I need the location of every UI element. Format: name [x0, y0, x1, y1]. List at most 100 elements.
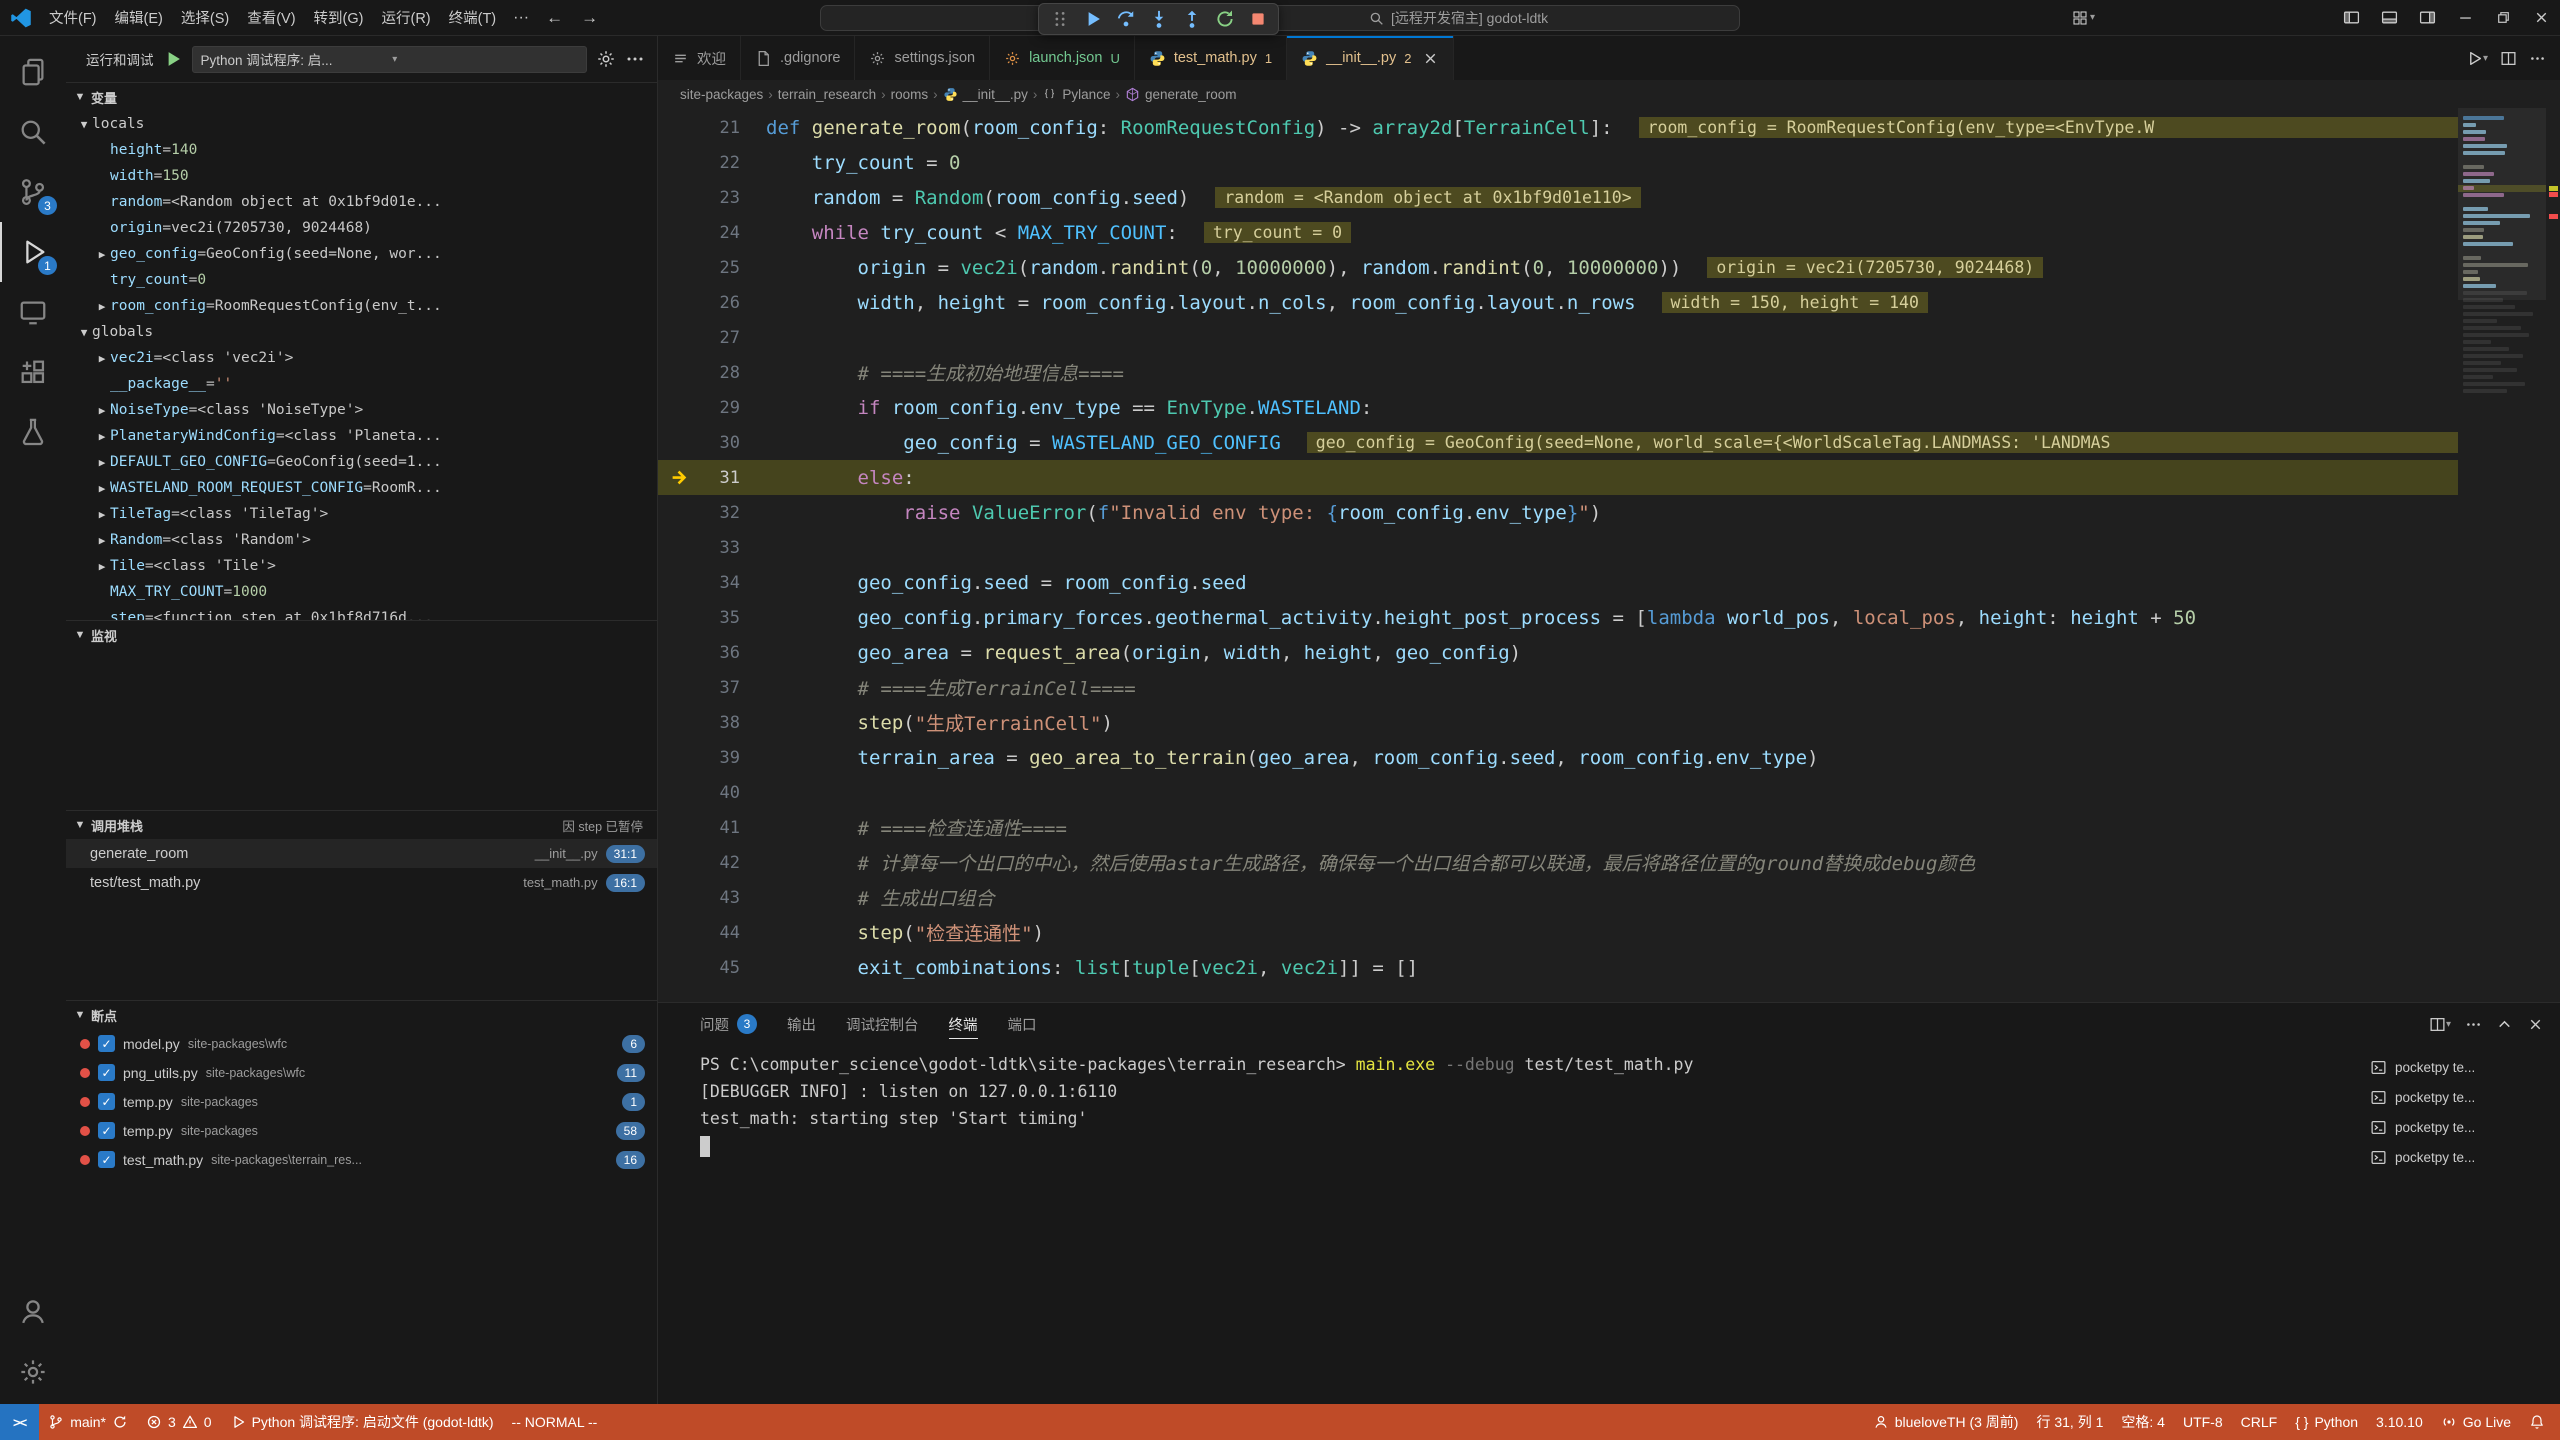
menu-view[interactable]: 查看(V): [238, 7, 304, 31]
breadcrumb-item-Pylance[interactable]: Pylance: [1042, 87, 1110, 102]
line-number[interactable]: 25: [658, 250, 766, 285]
status-branch[interactable]: main*: [39, 1404, 137, 1440]
menu-go[interactable]: 转到(G): [305, 7, 373, 31]
activity-explorer[interactable]: [0, 42, 66, 102]
more-actions-icon[interactable]: [2529, 50, 2546, 67]
menu-selection[interactable]: 选择(S): [172, 7, 238, 31]
variable-row[interactable]: ▶PlanetaryWindConfig = <class 'Planeta..…: [66, 423, 657, 449]
variable-row[interactable]: ▶TileTag = <class 'TileTag'>: [66, 501, 657, 527]
nav-back-button[interactable]: ←: [537, 6, 572, 30]
code-line-42[interactable]: 42 # 计算每一个出口的中心，然后使用astar生成路径，确保每一个出口组合都…: [658, 845, 2458, 880]
breadcrumb-item-rooms[interactable]: rooms: [891, 87, 929, 102]
code-editor[interactable]: 21def generate_room(room_config: RoomReq…: [658, 108, 2560, 1002]
toggle-sidebar-button[interactable]: [2332, 0, 2370, 35]
line-number[interactable]: 26: [658, 285, 766, 320]
terminal-list-item[interactable]: pocketpy te...: [2360, 1113, 2552, 1142]
line-number[interactable]: 45: [658, 950, 766, 985]
breakpoint-checkbox[interactable]: ✓: [98, 1093, 115, 1110]
code-line-41[interactable]: 41 # ====检查连通性====: [658, 810, 2458, 845]
maximize-panel-icon[interactable]: [2496, 1016, 2513, 1033]
code-line-26[interactable]: 26 width, height = room_config.layout.n_…: [658, 285, 2458, 320]
start-debugging-button[interactable]: [163, 49, 183, 69]
line-number[interactable]: 43: [658, 880, 766, 915]
tab-settings.json[interactable]: settings.json: [855, 36, 990, 80]
panel-tab-调试控制台[interactable]: 调试控制台: [846, 1003, 919, 1045]
panel-tab-输出[interactable]: 输出: [787, 1003, 816, 1045]
variable-row[interactable]: try_count = 0: [66, 267, 657, 293]
code-line-30[interactable]: 30 geo_config = WASTELAND_GEO_CONFIGgeo_…: [658, 425, 2458, 460]
tab-欢迎[interactable]: 欢迎: [658, 36, 741, 80]
step-out-button[interactable]: [1175, 5, 1208, 33]
code-line-39[interactable]: 39 terrain_area = geo_area_to_terrain(ge…: [658, 740, 2458, 775]
variable-row[interactable]: ▶vec2i = <class 'vec2i'>: [66, 345, 657, 371]
watch-section-header[interactable]: ▼ 监视: [66, 621, 657, 649]
line-number[interactable]: 21: [658, 110, 766, 145]
terminal-output[interactable]: PS C:\computer_science\godot-ldtk\site-p…: [658, 1045, 2360, 1404]
run-python-file-button[interactable]: ▾: [2466, 50, 2488, 67]
activity-run-debug[interactable]: 1: [0, 222, 66, 282]
activity-testing[interactable]: [0, 402, 66, 462]
breakpoint-row[interactable]: ✓test_math.pysite-packages\terrain_res..…: [66, 1145, 657, 1174]
code-line-25[interactable]: 25 origin = vec2i(random.randint(0, 1000…: [658, 250, 2458, 285]
panel-tab-终端[interactable]: 终端: [949, 1003, 978, 1045]
status-language-mode[interactable]: { }Python: [2286, 1404, 2367, 1440]
restore-button[interactable]: [2484, 0, 2522, 35]
line-number[interactable]: 37: [658, 670, 766, 705]
line-number[interactable]: 23: [658, 180, 766, 215]
breakpoint-row[interactable]: ✓temp.pysite-packages1: [66, 1087, 657, 1116]
status-debug-status[interactable]: Python 调试程序: 启动文件 (godot-ldtk): [221, 1404, 503, 1440]
status-python-version[interactable]: 3.10.10: [2367, 1404, 2432, 1440]
menu-edit[interactable]: 编辑(E): [106, 7, 172, 31]
terminal-list-item[interactable]: pocketpy te...: [2360, 1083, 2552, 1112]
breadcrumb-item-terrain_research[interactable]: terrain_research: [778, 87, 876, 102]
terminal-list-item[interactable]: pocketpy te...: [2360, 1053, 2552, 1082]
code-line-23[interactable]: 23 random = Random(room_config.seed)rand…: [658, 180, 2458, 215]
code-line-34[interactable]: 34 geo_config.seed = room_config.seed: [658, 565, 2458, 600]
code-line-36[interactable]: 36 geo_area = request_area(origin, width…: [658, 635, 2458, 670]
restart-button[interactable]: [1208, 5, 1241, 33]
status-problems[interactable]: 30: [137, 1404, 221, 1440]
more-actions-icon[interactable]: [2465, 1016, 2482, 1033]
line-number[interactable]: 44: [658, 915, 766, 950]
status-gitlens-author[interactable]: blueloveTH (3 周前): [1864, 1404, 2028, 1440]
code-line-32[interactable]: 32 raise ValueError(f"Invalid env type: …: [658, 495, 2458, 530]
code-line-21[interactable]: 21def generate_room(room_config: RoomReq…: [658, 110, 2458, 145]
line-number[interactable]: 29: [658, 390, 766, 425]
code-line-43[interactable]: 43 # 生成出口组合: [658, 880, 2458, 915]
line-number[interactable]: 22: [658, 145, 766, 180]
toggle-panel-button[interactable]: [2370, 0, 2408, 35]
breakpoint-row[interactable]: ✓png_utils.pysite-packages\wfc11: [66, 1058, 657, 1087]
breadcrumb-item-site-packages[interactable]: site-packages: [680, 87, 763, 102]
debug-configuration-dropdown[interactable]: Python 调试程序: 启...▾: [192, 46, 588, 73]
status-encoding[interactable]: UTF-8: [2174, 1404, 2232, 1440]
line-number[interactable]: 41: [658, 810, 766, 845]
activity-extensions[interactable]: [0, 342, 66, 402]
continue-button[interactable]: [1076, 5, 1109, 33]
menu-overflow[interactable]: ···: [505, 5, 537, 31]
tab-.gdignore[interactable]: .gdignore: [741, 36, 855, 80]
line-number[interactable]: 38: [658, 705, 766, 740]
activity-remote-explorer[interactable]: [0, 282, 66, 342]
code-line-44[interactable]: 44 step("检查连通性"): [658, 915, 2458, 950]
step-into-button[interactable]: [1142, 5, 1175, 33]
line-number[interactable]: 40: [658, 775, 766, 810]
code-line-33[interactable]: 33: [658, 530, 2458, 565]
status-go-live[interactable]: Go Live: [2432, 1404, 2520, 1440]
line-number[interactable]: 32: [658, 495, 766, 530]
line-number[interactable]: 31: [658, 460, 766, 495]
minimize-button[interactable]: [2446, 0, 2484, 35]
toggle-secondary-sidebar-button[interactable]: [2408, 0, 2446, 35]
menu-run[interactable]: 运行(R): [372, 7, 439, 31]
layout-customize-button[interactable]: ▾: [2072, 0, 2095, 35]
status-eol[interactable]: CRLF: [2232, 1404, 2287, 1440]
variable-row[interactable]: ▶WASTELAND_ROOM_REQUEST_CONFIG = RoomR..…: [66, 475, 657, 501]
close-panel-icon[interactable]: [2527, 1016, 2544, 1033]
breadcrumb-item-generate_room[interactable]: generate_room: [1125, 87, 1237, 102]
variable-row[interactable]: width = 150: [66, 163, 657, 189]
variables-scope-globals[interactable]: ▼globals: [66, 319, 657, 345]
menu-file[interactable]: 文件(F): [40, 7, 106, 31]
tab-test_math.py[interactable]: test_math.py1: [1135, 36, 1287, 80]
variable-row[interactable]: height = 140: [66, 137, 657, 163]
code-line-38[interactable]: 38 step("生成TerrainCell"): [658, 705, 2458, 740]
variable-row[interactable]: ▶NoiseType = <class 'NoiseType'>: [66, 397, 657, 423]
